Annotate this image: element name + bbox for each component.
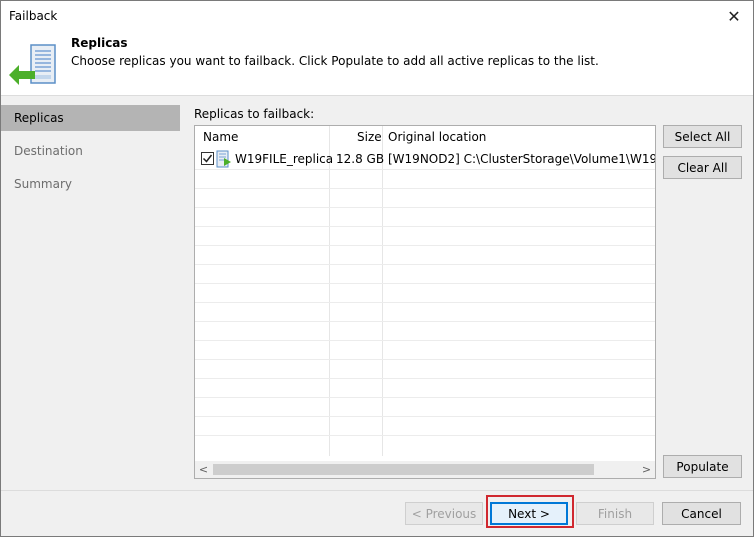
failback-wizard-icon [9,44,56,85]
row-gridline [195,435,655,436]
window-title: Failback [9,9,58,23]
row-gridline [195,302,655,303]
vm-replica-icon [216,150,231,168]
row-gridline [195,245,655,246]
title-bar: Failback ✕ [1,1,753,31]
wizard-steps-nav: Replicas Destination Summary [1,96,180,490]
scroll-right-icon[interactable]: > [638,461,655,478]
close-icon[interactable]: ✕ [719,3,749,29]
row-gridline [195,169,655,170]
row-gridline [195,264,655,265]
replica-checkbox[interactable] [201,152,214,165]
column-separator [329,126,330,456]
checkmark-icon [202,154,213,163]
replica-location: [W19NOD2] C:\ClusterStorage\Volume1\W19F… [388,152,656,166]
nav-step-destination[interactable]: Destination [1,138,180,164]
horizontal-scrollbar[interactable]: < > [195,461,655,478]
row-gridline [195,340,655,341]
next-button[interactable]: Next > [490,502,568,525]
nav-step-summary[interactable]: Summary [1,171,180,197]
column-header-size[interactable]: Size [357,130,382,144]
row-gridline [195,397,655,398]
scrollbar-thumb[interactable] [213,464,594,475]
row-gridline [195,226,655,227]
previous-button[interactable]: < Previous [405,502,483,525]
row-gridline [195,321,655,322]
row-gridline [195,416,655,417]
replicas-list[interactable]: Name Size Original location W19FILE_repl… [194,125,656,479]
row-gridline [195,378,655,379]
list-header: Name Size Original location [195,126,655,148]
replica-name: W19FILE_replica [235,152,334,166]
header-title: Replicas [71,36,128,50]
row-gridline [195,207,655,208]
finish-button[interactable]: Finish [576,502,654,525]
nav-step-replicas[interactable]: Replicas [1,105,180,131]
clear-all-button[interactable]: Clear All [663,156,742,179]
row-gridline [195,283,655,284]
table-row[interactable]: W19FILE_replica 12.8 GB [W19NOD2] C:\Clu… [195,149,655,169]
column-header-location[interactable]: Original location [388,130,486,144]
select-all-button[interactable]: Select All [663,125,742,148]
header-description: Choose replicas you want to failback. Cl… [71,54,599,68]
row-gridline [195,188,655,189]
populate-button[interactable]: Populate [663,455,742,478]
row-gridline [195,359,655,360]
failback-window: Failback ✕ Replicas Choose replicas you … [0,0,754,537]
cancel-button[interactable]: Cancel [662,502,741,525]
column-separator [382,126,383,456]
scroll-left-icon[interactable]: < [195,461,212,478]
wizard-header: Replicas Choose replicas you want to fai… [1,31,753,95]
replicas-panel: Replicas to failback: Name Size Original… [180,96,753,490]
replica-size: 12.8 GB [336,152,385,166]
replicas-list-label: Replicas to failback: [194,107,315,121]
column-header-name[interactable]: Name [203,130,238,144]
wizard-footer: < Previous Next > Finish Cancel [1,491,753,536]
